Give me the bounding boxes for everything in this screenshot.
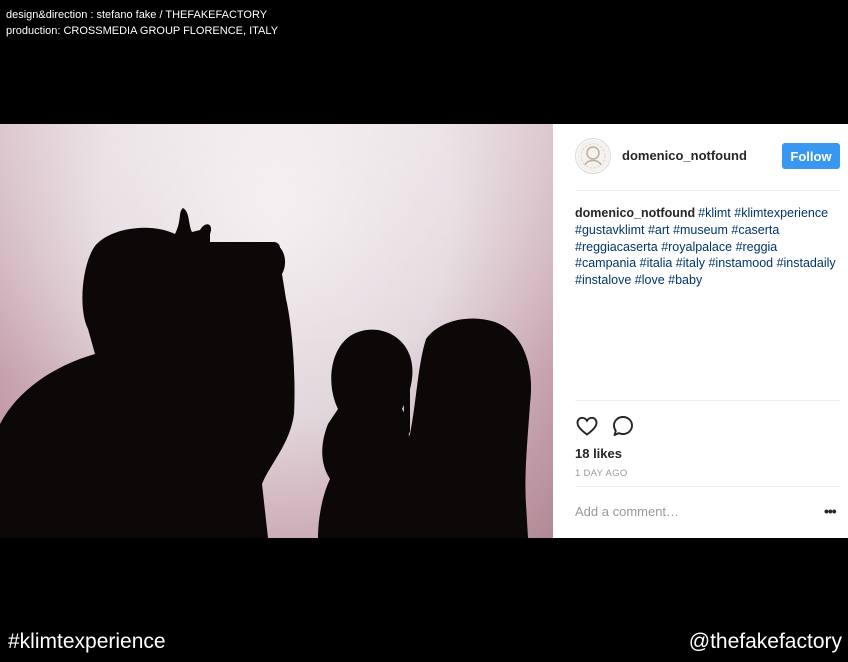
credits-line-1: design&direction : stefano fake / THEFAK… bbox=[6, 9, 268, 21]
hashtag-link[interactable]: #royalpalace bbox=[661, 240, 732, 254]
hashtag-link[interactable]: #baby bbox=[668, 273, 702, 287]
divider bbox=[575, 400, 840, 401]
hashtag-link[interactable]: #instalove bbox=[575, 273, 631, 287]
comment-input[interactable]: Add a comment… bbox=[575, 504, 679, 519]
hashtag-link[interactable]: #instamood bbox=[708, 256, 773, 270]
post-username[interactable]: domenico_notfound bbox=[622, 148, 747, 163]
heart-icon[interactable] bbox=[575, 414, 599, 438]
hashtag-link[interactable]: #love bbox=[635, 273, 665, 287]
post-photo bbox=[0, 124, 553, 538]
hashtag-link[interactable]: #klimtexperience bbox=[734, 206, 828, 220]
avatar[interactable] bbox=[575, 138, 611, 174]
hashtag-link[interactable]: #gustavklimt bbox=[575, 223, 644, 237]
comment-icon[interactable] bbox=[611, 414, 635, 438]
hashtag-link[interactable]: #reggia bbox=[736, 240, 778, 254]
hashtag-link[interactable]: #klimt bbox=[698, 206, 731, 220]
hashtag-link[interactable]: #campania bbox=[575, 256, 636, 270]
hashtag-link[interactable]: #italy bbox=[676, 256, 705, 270]
footer-hashtag: #klimtexperience bbox=[8, 630, 166, 653]
post-sidebar: domenico_notfound Follow domenico_notfou… bbox=[553, 124, 848, 538]
divider bbox=[575, 190, 840, 191]
silhouette-image bbox=[0, 124, 553, 538]
credits: design&direction : stefano fake / THEFAK… bbox=[6, 7, 278, 39]
hashtag-link[interactable]: #museum bbox=[673, 223, 728, 237]
avatar-icon bbox=[577, 140, 609, 172]
hashtag-link[interactable]: #caserta bbox=[731, 223, 779, 237]
divider bbox=[575, 486, 840, 487]
hashtag-link[interactable]: #art bbox=[648, 223, 670, 237]
footer-handle: @thefakefactory bbox=[688, 630, 842, 653]
more-options-icon[interactable]: ••• bbox=[824, 503, 837, 519]
hashtag-link[interactable]: #instadaily bbox=[777, 256, 836, 270]
hashtag-link[interactable]: #italia bbox=[640, 256, 673, 270]
post-caption: domenico_notfound #klimt #klimtexperience… bbox=[575, 205, 840, 289]
caption-username[interactable]: domenico_notfound bbox=[575, 206, 695, 220]
post-timestamp: 1 DAY AGO bbox=[575, 468, 628, 479]
follow-button[interactable]: Follow bbox=[782, 143, 840, 169]
likes-count[interactable]: 18 likes bbox=[575, 446, 622, 461]
hashtag-link[interactable]: #reggiacaserta bbox=[575, 240, 658, 254]
credits-line-2: production: CROSSMEDIA GROUP FLORENCE, I… bbox=[6, 25, 279, 37]
